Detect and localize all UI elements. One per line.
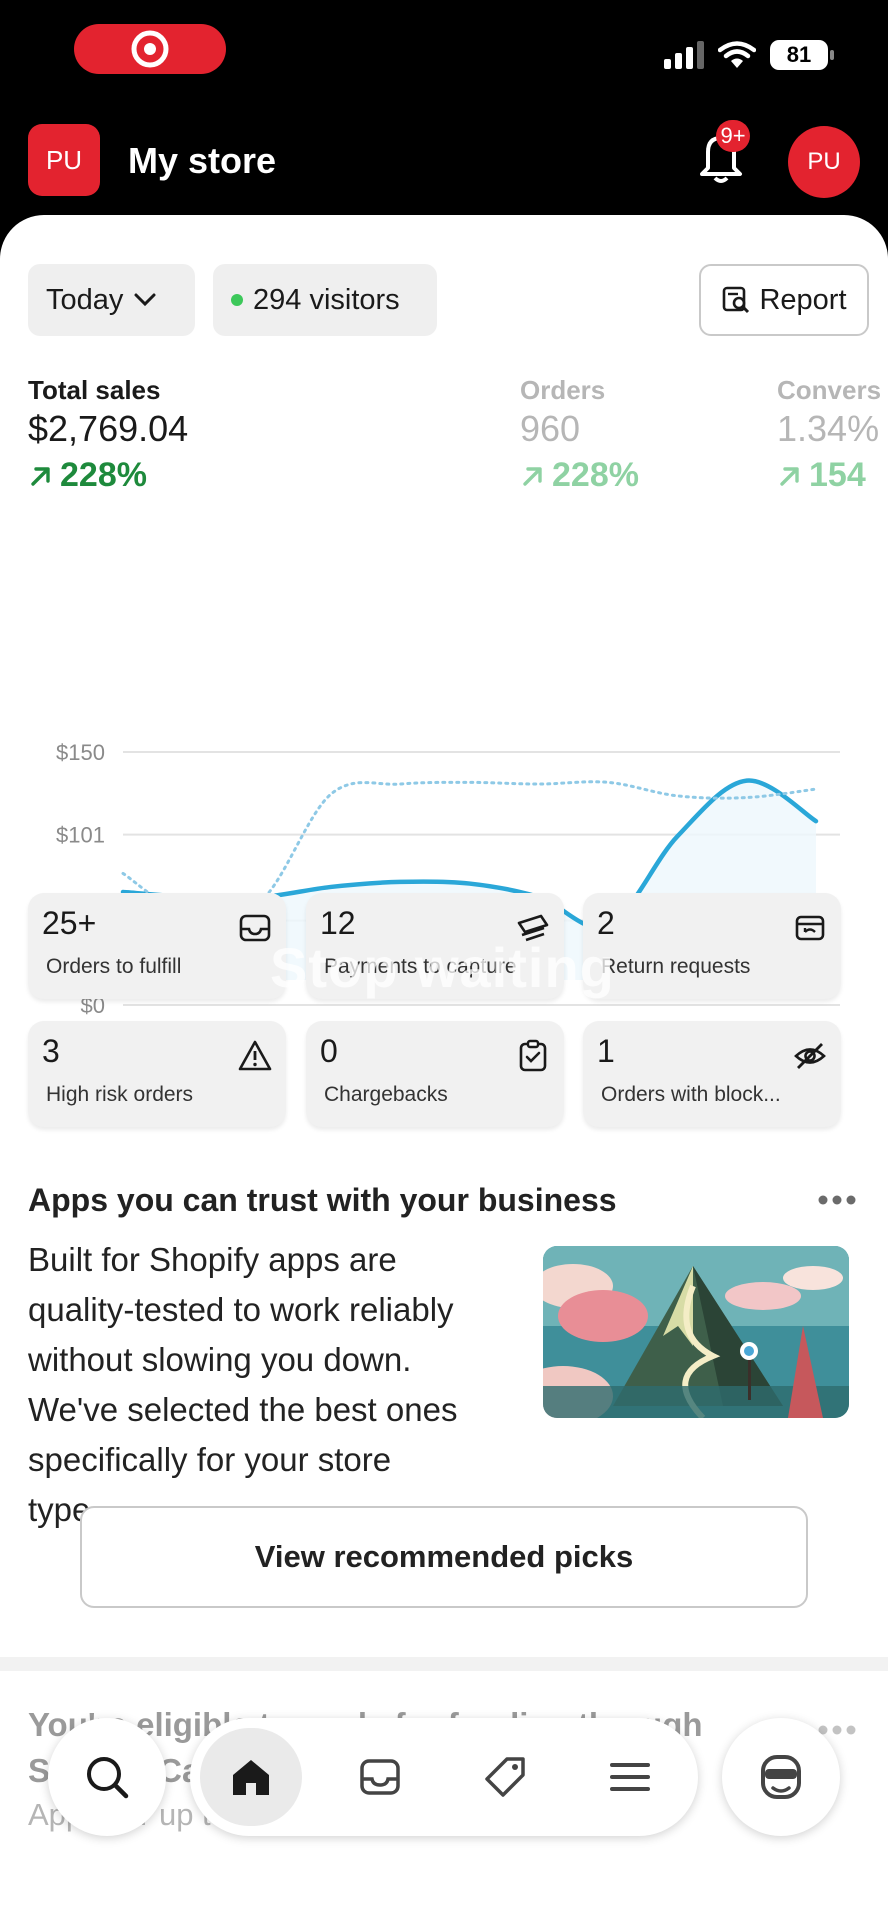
arrow-up-right-icon bbox=[31, 466, 50, 486]
y-tick-label: $150 bbox=[56, 740, 105, 765]
live-dot-icon bbox=[231, 294, 243, 306]
metric-change: 228% bbox=[520, 456, 639, 495]
tile-high-risk-orders[interactable]: 3 High risk orders bbox=[28, 1021, 286, 1127]
nav-search-button[interactable] bbox=[48, 1718, 166, 1836]
live-visitors-chip[interactable]: 294 visitors bbox=[213, 264, 437, 336]
alert-icon bbox=[238, 1040, 272, 1071]
metric-change-value: 228% bbox=[552, 456, 639, 494]
nav-orders-button[interactable] bbox=[355, 1752, 405, 1802]
metric-change-value: 228% bbox=[60, 456, 147, 494]
return-icon bbox=[795, 915, 825, 941]
view-recommended-picks-button[interactable]: View recommended picks bbox=[80, 1506, 808, 1608]
nav-home-button[interactable] bbox=[200, 1728, 302, 1826]
status-bar: 81 bbox=[0, 0, 888, 110]
tile-orders-to-fulfill[interactable]: 25+ Orders to fulfill bbox=[28, 893, 286, 999]
visitors-label: 294 visitors bbox=[253, 283, 400, 316]
nav-menu-button[interactable] bbox=[605, 1752, 655, 1802]
tile-number: 1 bbox=[597, 1033, 615, 1069]
battery-indicator: 81 bbox=[770, 40, 834, 70]
search-icon bbox=[87, 1757, 129, 1799]
metric-total-sales[interactable]: Total sales $2,769.04 228% bbox=[28, 375, 188, 495]
chevron-down-icon bbox=[134, 293, 156, 307]
tile-label: High risk orders bbox=[46, 1083, 194, 1106]
report-icon bbox=[723, 286, 750, 314]
target-logo-icon bbox=[131, 30, 169, 68]
tile-number: 0 bbox=[320, 1033, 338, 1069]
tile-number: 3 bbox=[42, 1033, 60, 1069]
date-range-dropdown[interactable]: Today bbox=[28, 264, 195, 336]
store-badge[interactable]: PU bbox=[28, 124, 100, 196]
tile-orders-with-blockers[interactable]: 1 Orders with block... bbox=[583, 1021, 841, 1127]
metric-value: 960 bbox=[520, 408, 581, 449]
inbox-icon bbox=[360, 1759, 400, 1795]
metric-value: 1.34% bbox=[777, 408, 880, 449]
metric-change-value: 154 bbox=[809, 456, 866, 494]
cellular-signal-icon bbox=[664, 41, 704, 69]
home-icon bbox=[233, 1760, 269, 1795]
promo-body: Built for Shopify apps are quality-teste… bbox=[28, 1241, 458, 1528]
eye-off-icon bbox=[794, 1043, 826, 1069]
app-header: PU My store 9+ PU bbox=[0, 110, 888, 230]
metric-change: 154 bbox=[777, 456, 881, 495]
tile-label: Return requests bbox=[601, 955, 751, 978]
more-options-icon[interactable] bbox=[815, 1185, 859, 1215]
tile-chargebacks[interactable]: 0 Chargebacks bbox=[306, 1021, 564, 1127]
arrow-up-right-icon bbox=[523, 466, 542, 486]
metric-conversion[interactable]: Convers 1.34% 154 bbox=[777, 375, 881, 495]
notification-badge: 9+ bbox=[716, 120, 750, 152]
date-range-label: Today bbox=[46, 283, 124, 316]
store-name[interactable]: My store bbox=[128, 140, 276, 182]
metric-orders[interactable]: Orders 960 228% bbox=[520, 375, 639, 495]
tile-return-requests[interactable]: 2 Return requests bbox=[583, 893, 841, 999]
tile-label: Orders to fulfill bbox=[46, 955, 182, 978]
nav-sidekick-button[interactable] bbox=[722, 1718, 840, 1836]
battery-level: 81 bbox=[786, 42, 812, 67]
report-label: Report bbox=[759, 283, 847, 316]
sidekick-icon bbox=[761, 1755, 801, 1799]
metric-label: Orders bbox=[520, 375, 606, 405]
tile-label: Chargebacks bbox=[324, 1083, 448, 1106]
report-button[interactable]: Report bbox=[699, 264, 869, 336]
tile-number: 25+ bbox=[42, 905, 97, 941]
metric-value: $2,769.04 bbox=[28, 408, 189, 449]
mountain-illustration bbox=[543, 1246, 849, 1418]
inbox-icon bbox=[239, 914, 271, 942]
promo-title: Apps you can trust with your business bbox=[28, 1182, 617, 1218]
clipboard-icon bbox=[519, 1039, 547, 1072]
metric-change: 228% bbox=[28, 456, 188, 495]
arrow-up-right-icon bbox=[780, 466, 799, 486]
tag-icon bbox=[485, 1757, 525, 1797]
metric-label: Convers bbox=[777, 375, 882, 405]
bottom-nav-bar bbox=[190, 1718, 698, 1836]
metric-label: Total sales bbox=[28, 375, 161, 405]
video-overlay-caption: Stop waiting bbox=[270, 936, 615, 999]
dashboard-card: Today 294 visitors Report Total sales $2… bbox=[0, 215, 888, 1920]
avatar[interactable]: PU bbox=[788, 126, 860, 198]
y-tick-label: $101 bbox=[56, 823, 105, 848]
section-divider bbox=[0, 1657, 888, 1671]
nav-products-button[interactable] bbox=[480, 1752, 530, 1802]
wifi-icon bbox=[718, 41, 756, 68]
target-app-pill[interactable] bbox=[74, 24, 226, 74]
tile-label: Orders with block... bbox=[601, 1083, 781, 1106]
menu-icon bbox=[610, 1763, 650, 1791]
